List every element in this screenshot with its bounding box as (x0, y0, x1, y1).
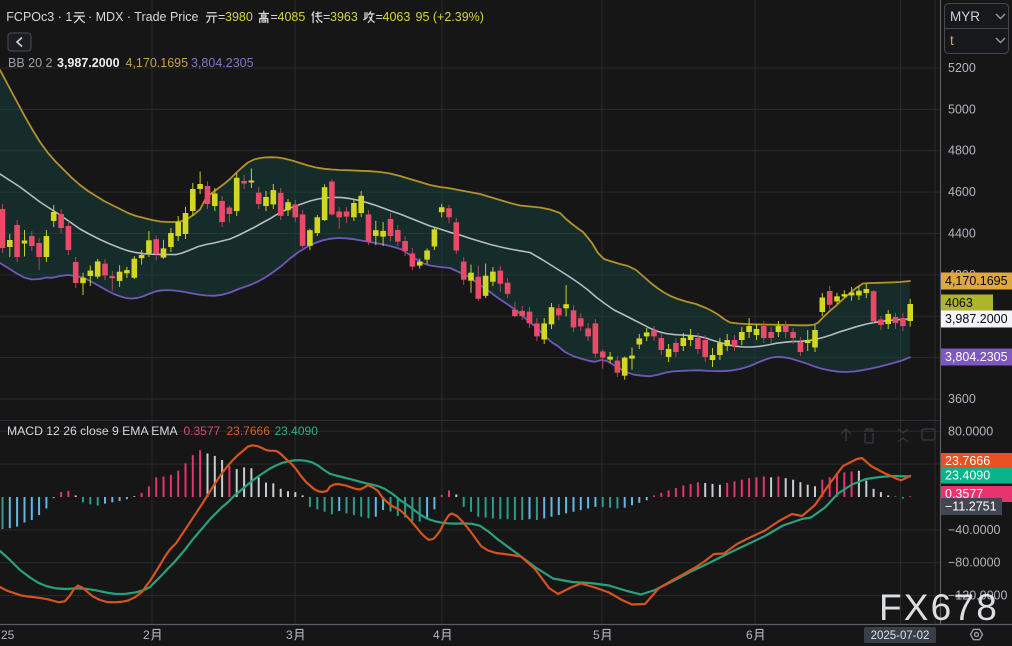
svg-text:4085: 4085 (278, 10, 306, 24)
svg-text:5000: 5000 (948, 102, 976, 116)
svg-text:−11.2751: −11.2751 (945, 500, 997, 514)
svg-text:0.3577: 0.3577 (184, 424, 221, 438)
svg-text:4: 4 (433, 628, 440, 642)
svg-text:5: 5 (593, 628, 600, 642)
svg-text:MACD 12 26 close 9 EMA EMA: MACD 12 26 close 9 EMA EMA (7, 424, 179, 438)
svg-text:FX678: FX678 (879, 587, 999, 628)
svg-text:80.0000: 80.0000 (948, 424, 993, 438)
svg-text:5200: 5200 (948, 61, 976, 75)
svg-text:4063: 4063 (945, 296, 973, 310)
svg-text:23.7666: 23.7666 (227, 424, 271, 438)
svg-text:4800: 4800 (948, 144, 976, 158)
svg-text:3963: 3963 (330, 10, 358, 24)
svg-text:4400: 4400 (948, 227, 976, 241)
svg-text:23.4090: 23.4090 (945, 469, 990, 483)
svg-text:95 (+2.39%): 95 (+2.39%) (416, 10, 484, 24)
svg-text:4600: 4600 (948, 185, 976, 199)
svg-text:6: 6 (746, 628, 753, 642)
svg-text:3980: 3980 (225, 10, 253, 24)
svg-text:3,804.2305: 3,804.2305 (191, 56, 254, 70)
svg-text:3,804.2305: 3,804.2305 (945, 350, 1008, 364)
svg-text:−80.0000: −80.0000 (948, 556, 1001, 570)
svg-text:23.4090: 23.4090 (275, 424, 319, 438)
svg-text:2025-07-02: 2025-07-02 (871, 630, 930, 642)
svg-text:−40.0000: −40.0000 (948, 523, 1001, 537)
svg-text:FCPOc3 · 1: FCPOc3 · 1 (6, 10, 72, 24)
svg-text:4,170.1695: 4,170.1695 (126, 56, 189, 70)
svg-text:4063: 4063 (383, 10, 411, 24)
svg-text:MYR: MYR (950, 9, 980, 24)
svg-text:4,170.1695: 4,170.1695 (945, 274, 1008, 288)
svg-text:2: 2 (143, 628, 150, 642)
svg-text:t: t (950, 33, 954, 48)
svg-text:3600: 3600 (948, 392, 976, 406)
svg-text:3,987.2000: 3,987.2000 (57, 56, 120, 70)
svg-text:BB 20 2: BB 20 2 (8, 56, 53, 70)
svg-text:3,987.2000: 3,987.2000 (945, 312, 1008, 326)
svg-text:23.7666: 23.7666 (945, 454, 990, 468)
svg-text:3: 3 (286, 628, 293, 642)
svg-text:· MDX · Trade Price: · MDX · Trade Price (88, 10, 198, 24)
svg-text:25: 25 (1, 628, 15, 642)
